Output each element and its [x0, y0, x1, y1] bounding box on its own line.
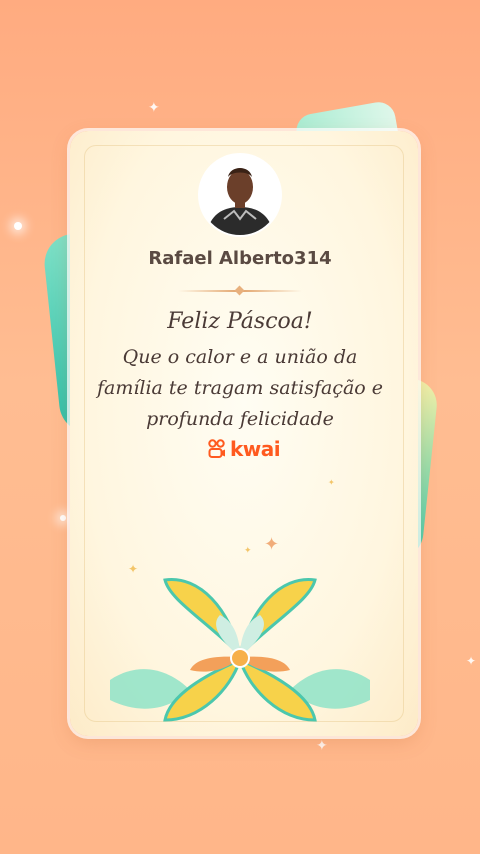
greeting-line: Que o calor e a união da [122, 346, 358, 368]
star-icon: ✦ [328, 478, 335, 487]
greeting-line: profunda felicidade [146, 408, 334, 430]
kwai-logo-text: kwai [230, 437, 281, 461]
star-icon: ✦ [244, 546, 252, 556]
greeting-line: família te tragam satisfação e [96, 377, 384, 399]
avatar-image [200, 155, 280, 235]
avatar[interactable] [200, 155, 280, 235]
kwai-logo: kwai [208, 437, 281, 461]
username: Rafael Alberto314 [148, 248, 332, 269]
sparkle-icon: ✦ [316, 738, 328, 754]
flower-ornament [110, 578, 370, 722]
star-icon: ✦ [264, 534, 280, 555]
glow-dot [60, 515, 66, 521]
greeting-title: Feliz Páscoa! [167, 309, 313, 334]
sparkle-icon: ✦ [148, 100, 160, 116]
kwai-logo-icon [208, 439, 225, 458]
glow-dot [14, 222, 22, 230]
sparkle-icon: ✦ [466, 654, 477, 668]
